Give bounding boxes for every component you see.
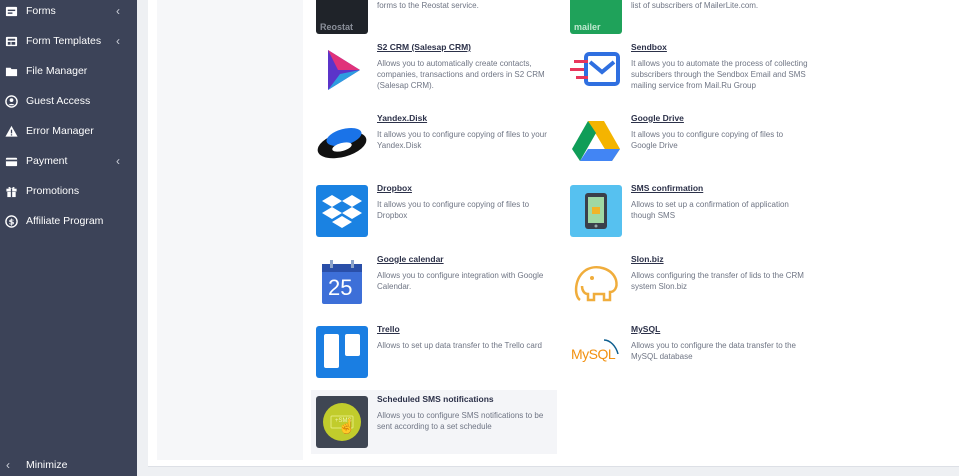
integration-description: Allows you to configure the data transfe…: [631, 341, 796, 361]
dollar-icon: $: [4, 214, 18, 228]
pointer-cursor-icon: ☝: [338, 418, 356, 434]
reostat-logo: Reostat: [316, 0, 368, 34]
sidebar-item-affiliate-program[interactable]: $ Affiliate Program: [0, 208, 137, 234]
integration-card-s2crm[interactable]: S2 CRM (Salesap CRM) Allows you to autom…: [311, 38, 557, 102]
sidebar-item-label: Error Manager: [26, 125, 94, 137]
credit-card-icon: [4, 154, 18, 168]
integration-title[interactable]: Slon.biz: [631, 254, 664, 264]
sidebar-item-label: Guest Access: [26, 95, 91, 107]
integration-card-mysql[interactable]: MySQL MySQL Allows you to configure the …: [565, 320, 811, 384]
integration-description: It allows you to configure copying of fi…: [377, 130, 547, 150]
sidebar-item-label: File Manager: [26, 65, 88, 77]
sms-confirmation-logo: [570, 185, 622, 237]
integration-card-slon-biz[interactable]: Slon.biz Allows configuring the transfer…: [565, 250, 811, 314]
integration-title[interactable]: Google calendar: [377, 254, 444, 264]
templates-icon: [4, 34, 18, 48]
integration-description: It allows you to configure copying of fi…: [631, 130, 784, 150]
sidebar-item-forms[interactable]: Forms ‹: [0, 0, 137, 24]
sidebar-item-payment[interactable]: Payment ‹: [0, 148, 137, 174]
forms-icon: [4, 4, 18, 18]
integration-description: Allows to set up data transfer to the Tr…: [377, 341, 542, 350]
s2crm-logo: [316, 44, 368, 96]
integration-description: list of subscribers of MailerLite.com.: [631, 1, 759, 10]
gift-icon: [4, 184, 18, 198]
sendbox-logo: [570, 44, 622, 96]
scheduled-sms-logo: +SMS ☝: [316, 396, 368, 448]
integration-title[interactable]: Yandex.Disk: [377, 113, 427, 123]
warning-icon: [4, 124, 18, 138]
chevron-left-icon: ‹: [6, 458, 10, 472]
integration-title[interactable]: SMS confirmation: [631, 183, 703, 193]
integration-title[interactable]: Trello: [377, 324, 400, 334]
integration-description: Allows you to automatically create conta…: [377, 59, 545, 90]
integration-card-sms-confirmation[interactable]: SMS confirmation Allows to set up a conf…: [565, 179, 811, 243]
yandex-disk-logo: [316, 115, 368, 167]
trello-logo: [316, 326, 368, 378]
sidebar-item-file-manager[interactable]: File Manager: [0, 58, 137, 84]
integration-title[interactable]: Scheduled SMS notifications: [377, 394, 494, 404]
sidebar-item-label: Promotions: [26, 185, 80, 197]
integration-card-sendbox[interactable]: Sendbox It allows you to automate the pr…: [565, 38, 811, 102]
integration-card-trello[interactable]: Trello Allows to set up data transfer to…: [311, 320, 557, 384]
sidebar-item-error-manager[interactable]: Error Manager: [0, 118, 137, 144]
sidebar-item-label: Forms: [26, 5, 56, 17]
sidebar-item-label: Form Templates: [26, 35, 102, 47]
integration-description: It allows you to configure copying of fi…: [377, 200, 530, 220]
google-calendar-logo: 25: [316, 256, 368, 308]
google-drive-logo: [570, 115, 622, 167]
folder-icon: [4, 64, 18, 78]
mailerlite-logo: mailer: [570, 0, 622, 34]
integration-card-google-calendar[interactable]: 25 Google calendar Allows you to configu…: [311, 250, 557, 314]
sidebar-item-label: Payment: [26, 155, 68, 167]
chevron-left-icon: ‹: [116, 34, 120, 48]
integration-description: forms to the Reostat service.: [377, 1, 479, 10]
integration-description: Allows you to configure SMS notification…: [377, 411, 544, 431]
integration-description: It allows you to automate the process of…: [631, 59, 808, 90]
sidebar-item-guest-access[interactable]: Guest Access: [0, 88, 137, 114]
integration-title[interactable]: Dropbox: [377, 183, 412, 193]
integration-title[interactable]: S2 CRM (Salesap CRM): [377, 42, 471, 52]
minimize-button[interactable]: ‹ Minimize: [0, 454, 137, 476]
integration-description: Allows to set up a confirmation of appli…: [631, 200, 789, 220]
sidebar-item-form-templates[interactable]: Form Templates ‹: [0, 28, 137, 54]
chevron-left-icon: ‹: [116, 4, 120, 18]
sidebar: Forms ‹ Form Templates ‹ File Manager Gu…: [0, 0, 137, 476]
integration-description: Allows you to configure integration with…: [377, 271, 544, 291]
integration-card-scheduled-sms[interactable]: +SMS ☝ Scheduled SMS notifications Allow…: [311, 390, 557, 454]
svg-text:$: $: [8, 216, 14, 226]
divider: [148, 466, 959, 467]
left-panel: [157, 0, 303, 460]
integration-card-yandex-disk[interactable]: Yandex.Disk It allows you to configure c…: [311, 109, 557, 173]
integration-card-mailerlite[interactable]: mailer list of subscribers of MailerLite…: [565, 0, 811, 40]
dropbox-logo: [316, 185, 368, 237]
integration-card-google-drive[interactable]: Google Drive It allows you to configure …: [565, 109, 811, 173]
integration-card-dropbox[interactable]: Dropbox It allows you to configure copyi…: [311, 179, 557, 243]
integration-title[interactable]: Google Drive: [631, 113, 684, 123]
minimize-label: Minimize: [26, 459, 68, 471]
integration-title[interactable]: MySQL: [631, 324, 660, 334]
integration-title[interactable]: Sendbox: [631, 42, 667, 52]
mysql-logo: MySQL: [570, 326, 622, 378]
user-circle-icon: [4, 94, 18, 108]
integration-description: Allows configuring the transfer of lids …: [631, 271, 804, 291]
sidebar-item-promotions[interactable]: Promotions: [0, 178, 137, 204]
slon-biz-logo: [570, 256, 622, 308]
sidebar-item-label: Affiliate Program: [26, 215, 104, 227]
integration-card-reostat[interactable]: Reostat forms to the Reostat service.: [311, 0, 557, 40]
chevron-left-icon: ‹: [116, 154, 120, 168]
